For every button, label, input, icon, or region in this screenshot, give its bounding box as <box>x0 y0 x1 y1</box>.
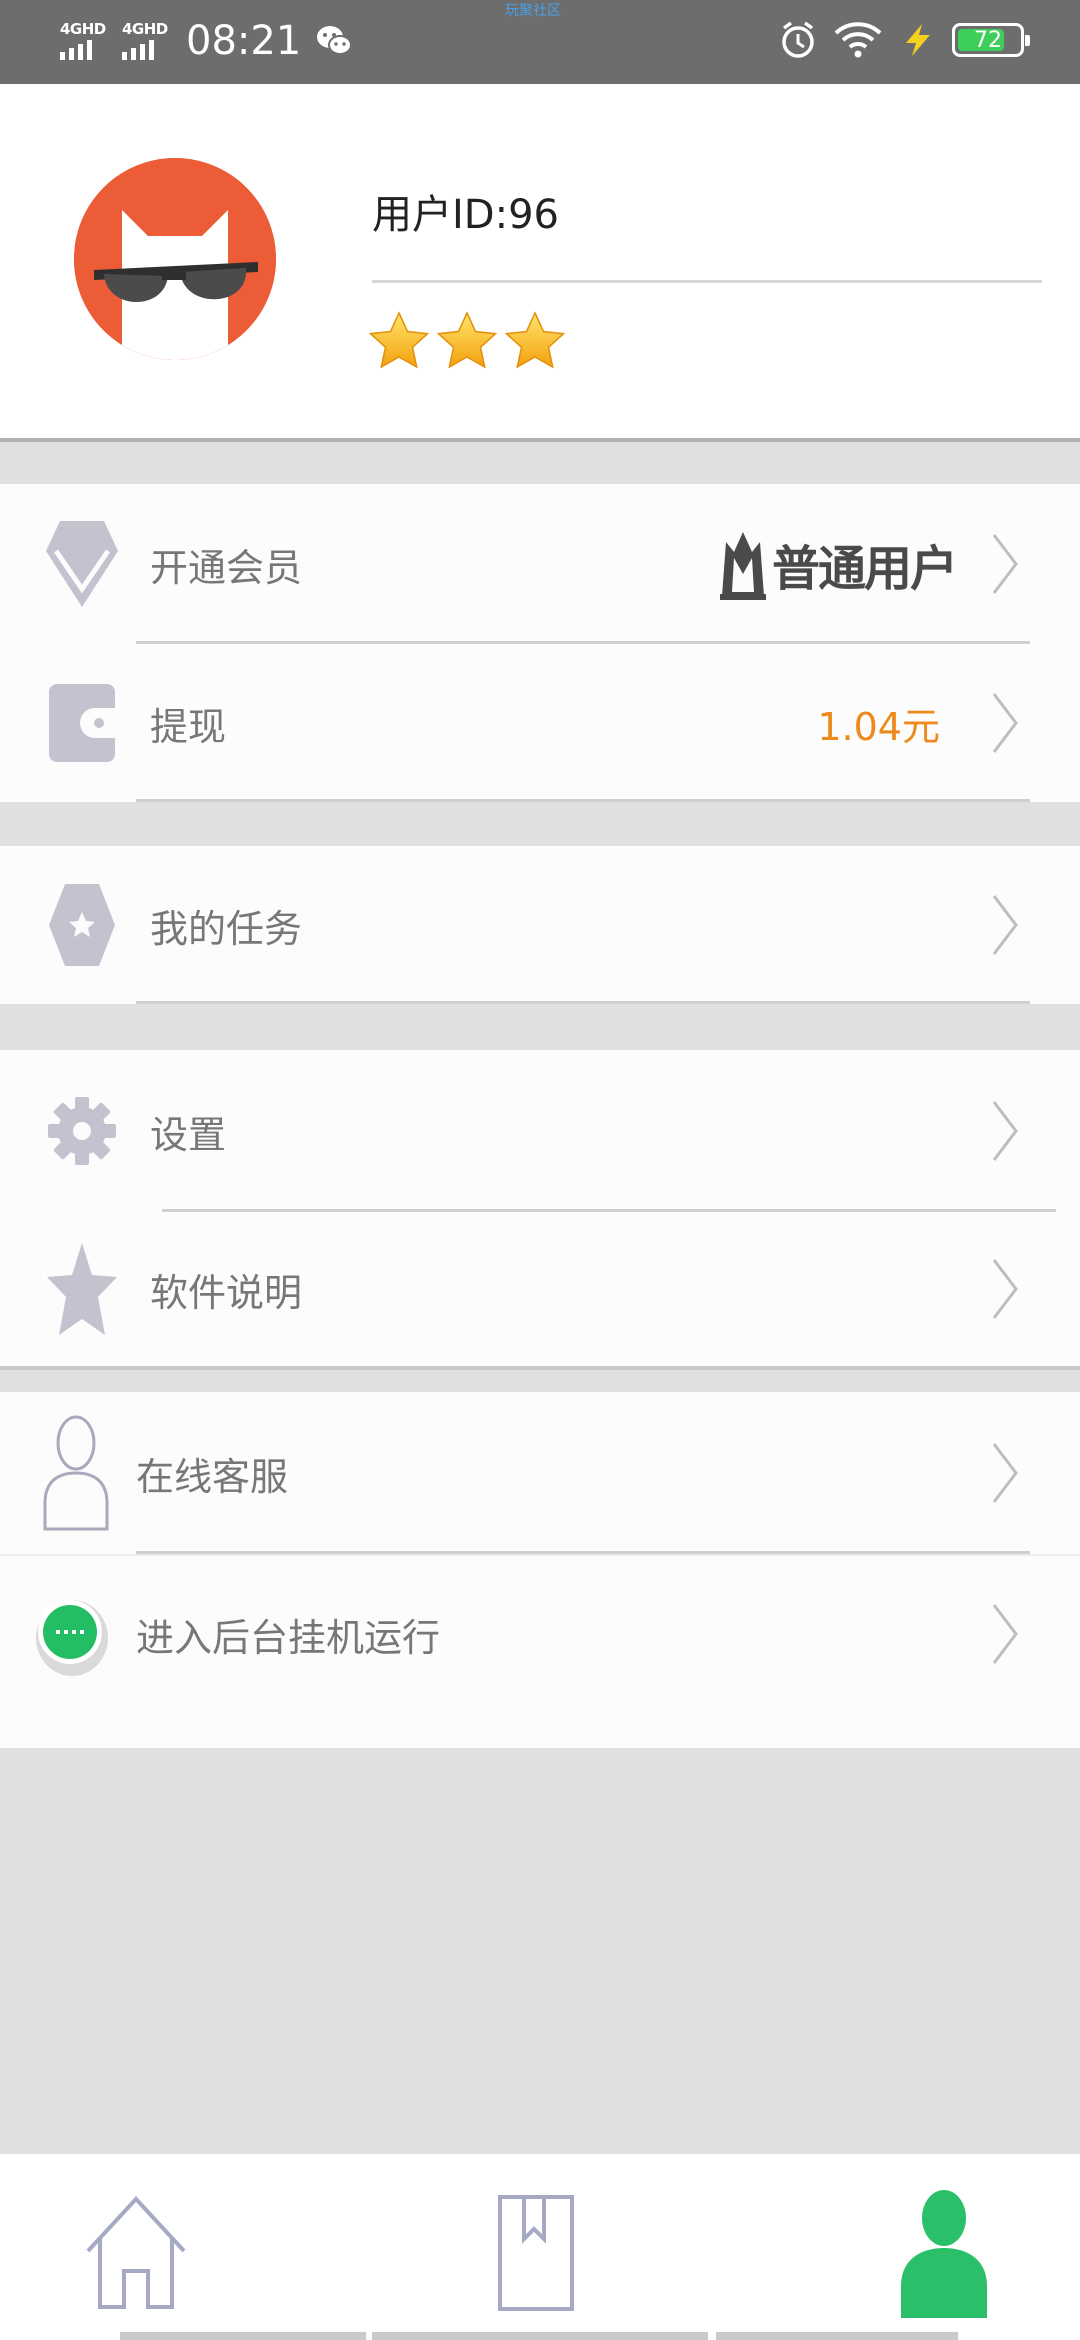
charging-bolt-icon <box>906 24 930 56</box>
status-time: 08:21 <box>186 18 302 64</box>
wifi-icon <box>834 22 882 58</box>
bottom-tab-bar <box>0 2154 1080 2340</box>
star-outline-icon <box>44 1241 120 1337</box>
chevron-right-icon <box>992 1101 1018 1161</box>
manual-label: 软件说明 <box>150 1270 303 1315</box>
background-run-label: 进入后台挂机运行 <box>136 1615 441 1660</box>
signal-1-icon: 4GHD <box>58 20 108 62</box>
battery-indicator: 72 <box>952 23 1030 57</box>
tab-home[interactable] <box>76 2188 196 2318</box>
row-divider <box>136 1551 1030 1554</box>
chevron-right-icon <box>992 1443 1018 1503</box>
profile-divider <box>372 280 1042 283</box>
bookmark-book-icon <box>498 2195 574 2311</box>
star-icon <box>368 311 430 369</box>
settings-label: 设置 <box>150 1112 227 1157</box>
section-divider <box>0 1366 1080 1370</box>
status-bar: 玩聚社区 4GHD 4GHD 08:21 72 <box>0 0 1080 84</box>
menu-group-tasks: 我的任务 <box>0 846 1080 1004</box>
alarm-icon <box>782 21 814 58</box>
star-icon <box>436 311 498 369</box>
avatar[interactable] <box>74 158 276 360</box>
vip-label: 开通会员 <box>150 545 303 590</box>
crown-icon <box>719 532 766 600</box>
profile-header: 用户ID:96 <box>0 84 1080 442</box>
tab-underline <box>716 2332 958 2340</box>
tasks-label: 我的任务 <box>150 906 303 951</box>
person-outline-icon <box>38 1415 114 1531</box>
row-divider <box>136 799 1030 802</box>
chevron-right-icon <box>992 895 1018 955</box>
diamond-icon <box>44 516 120 612</box>
gear-icon <box>44 1083 120 1179</box>
balance-amount: 1.04元 <box>817 704 940 749</box>
chevron-right-icon <box>992 1259 1018 1319</box>
tab-profile[interactable] <box>884 2188 1004 2318</box>
star-rating <box>368 310 566 372</box>
menu-item-background-run[interactable]: 进入后台挂机运行 <box>0 1556 1080 1712</box>
profile-screen: 玩聚社区 4GHD 4GHD 08:21 72 用户ID:96 开通会员 普通用… <box>0 0 1080 2340</box>
background-run-icon <box>34 1586 110 1682</box>
chevron-right-icon <box>992 534 1018 594</box>
status-bar-top-text: 玩聚社区 <box>505 3 561 19</box>
withdraw-label: 提现 <box>150 704 227 749</box>
row-divider <box>136 1001 1030 1004</box>
menu-group-settings: 设置 软件说明 <box>0 1050 1080 1366</box>
user-id-text: 用户ID:96 <box>372 192 559 238</box>
wallet-icon <box>44 675 120 771</box>
menu-group-support: 在线客服 进入后台挂机运行 <box>0 1392 1080 1748</box>
chevron-right-icon <box>992 1604 1018 1664</box>
menu-item-vip[interactable]: 开通会员 普通用户 <box>0 484 1080 644</box>
tab-underline <box>120 2332 366 2340</box>
chevron-right-icon <box>992 693 1018 753</box>
home-icon <box>86 2196 186 2309</box>
menu-item-manual[interactable]: 软件说明 <box>0 1212 1080 1366</box>
support-label: 在线客服 <box>136 1454 289 1499</box>
menu-item-tasks[interactable]: 我的任务 <box>0 846 1080 1004</box>
menu-item-support[interactable]: 在线客服 <box>0 1392 1080 1554</box>
hexagon-star-icon <box>44 877 120 973</box>
tab-bookshelf[interactable] <box>476 2188 596 2318</box>
signal-2-icon: 4GHD <box>120 20 170 62</box>
tab-underline <box>372 2332 708 2340</box>
cat-sunglasses-avatar-icon <box>74 158 276 360</box>
star-icon <box>504 311 566 369</box>
membership-tier-text: 普通用户 <box>771 541 958 597</box>
wechat-icon <box>317 26 353 55</box>
membership-tier-badge: 普通用户 <box>718 526 958 602</box>
menu-item-settings[interactable]: 设置 <box>0 1050 1080 1212</box>
menu-group-account: 开通会员 普通用户 提现 1.04元 <box>0 484 1080 802</box>
menu-item-withdraw[interactable]: 提现 1.04元 <box>0 644 1080 802</box>
person-icon <box>901 2190 987 2318</box>
